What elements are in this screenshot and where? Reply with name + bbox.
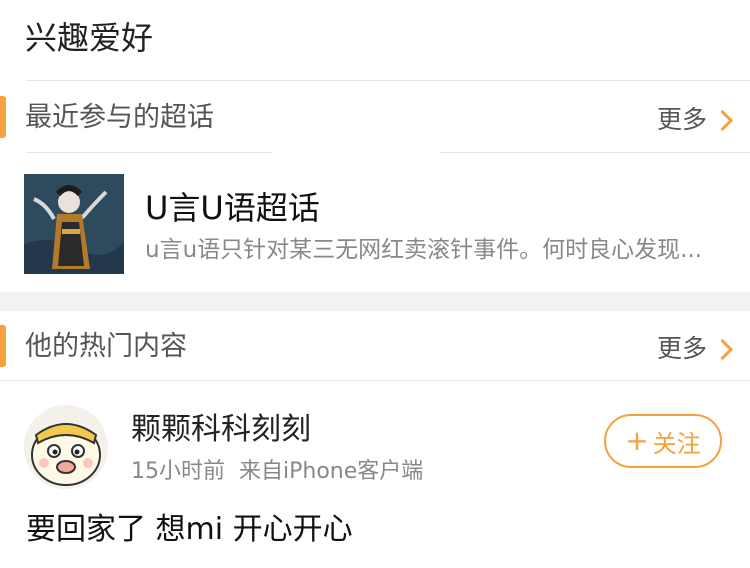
more-label: 更多: [657, 334, 708, 363]
post-source: 来自iPhone客户端: [239, 459, 424, 484]
more-label: 更多: [657, 105, 708, 134]
chevron-right-icon: [711, 338, 734, 360]
divider: [440, 152, 750, 153]
avatar[interactable]: [24, 405, 108, 489]
plus-icon: +: [625, 424, 649, 457]
super-topic-description: u言u语只针对某三无网红卖滚针事件。何时良心发现...: [145, 237, 703, 263]
divider: [26, 80, 750, 81]
super-topic-thumbnail[interactable]: [24, 174, 124, 274]
section-accent-bar: [0, 325, 6, 367]
username[interactable]: 颗颗科科刻刻: [131, 408, 311, 452]
more-hot-content-button[interactable]: 更多: [657, 329, 734, 369]
divider: [0, 380, 750, 381]
section-accent-bar: [0, 96, 6, 138]
section-separator: [0, 292, 750, 311]
interests-label[interactable]: 兴趣爱好: [25, 14, 153, 62]
post-time: 15小时前: [131, 459, 225, 484]
chevron-right-icon: [711, 109, 734, 131]
section-title-hot-content: 他的热门内容: [25, 331, 187, 362]
divider: [26, 152, 272, 153]
follow-button[interactable]: + 关注: [604, 414, 722, 468]
section-title-super-topics: 最近参与的超话: [25, 102, 214, 133]
post-meta: 15小时前 来自iPhone客户端: [131, 456, 423, 488]
post-text[interactable]: 要回家了 想mi 开心开心: [26, 507, 353, 553]
super-topic-name[interactable]: U言U语超话: [145, 186, 320, 230]
follow-label: 关注: [652, 429, 701, 458]
more-super-topics-button[interactable]: 更多: [657, 100, 734, 140]
